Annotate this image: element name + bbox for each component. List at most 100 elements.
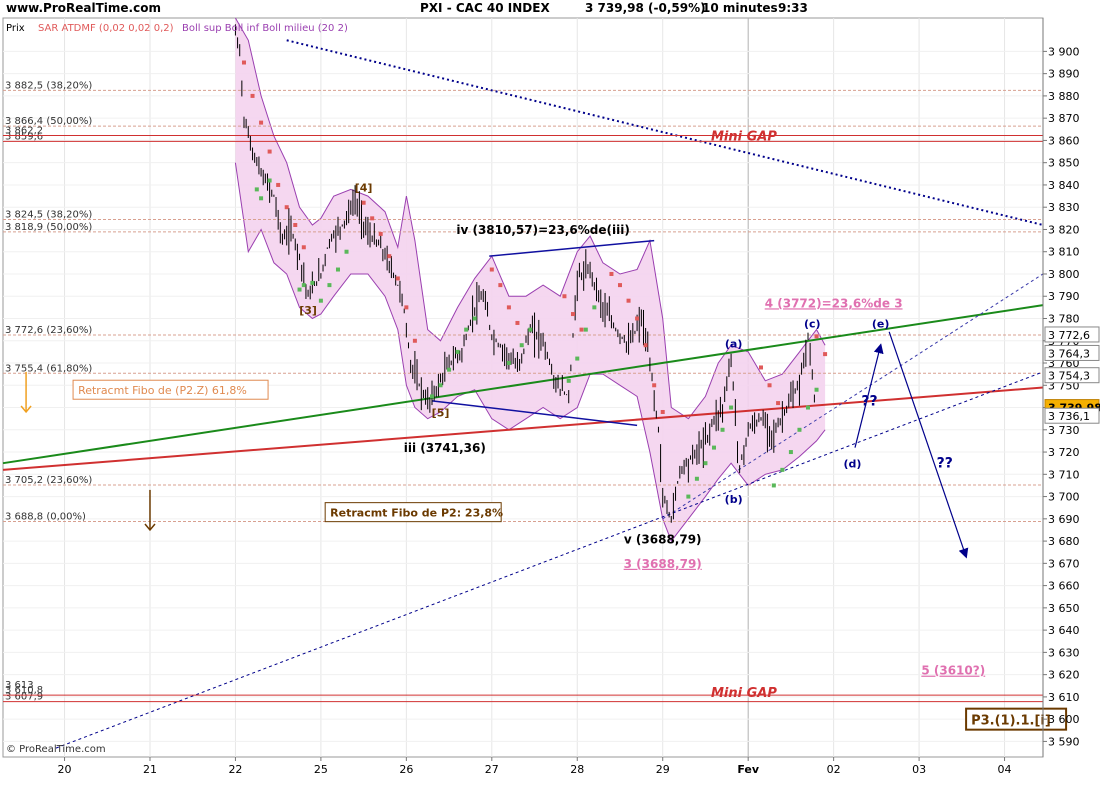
fibo-level-label: 3 882,5 (38,20%) [5, 80, 92, 91]
sar-dot-down [579, 327, 584, 332]
y-tick-label: 3 700 [1048, 491, 1080, 504]
x-tick-label: Fev [737, 763, 760, 776]
x-tick-label: 02 [827, 763, 841, 776]
legend-prix: Prix [6, 23, 25, 34]
sar-dot-up [814, 387, 819, 392]
y-tick-label: 3 820 [1048, 223, 1080, 236]
y-tick-label: 3 890 [1048, 68, 1080, 81]
sar-dot-down [250, 93, 255, 98]
copyright: © ProRealTime.com [6, 744, 106, 755]
sar-dot-down [562, 294, 567, 299]
box-retracement-p2z-text: Retracmt Fibo de (P2.Z) 61,8% [78, 384, 247, 397]
sar-dot-down [643, 343, 648, 348]
label-wave-iv: iv (3810,57)=23,6%de(iii) [456, 223, 629, 237]
sar-dot-down [284, 205, 289, 210]
fibo-level-label: 3 859,6 [5, 131, 43, 142]
label-mini-gap-bottom: Mini GAP [711, 686, 777, 701]
sar-dot-down [626, 298, 631, 303]
y-tick-label: 3 900 [1048, 45, 1080, 58]
x-tick-label: 03 [912, 763, 926, 776]
sar-dot-up [318, 298, 323, 303]
x-tick-label: 22 [228, 763, 242, 776]
sar-dot-down [361, 200, 366, 205]
y-tick-label: 3 790 [1048, 290, 1080, 303]
sar-dot-up [259, 196, 264, 201]
x-tick-label: 20 [58, 763, 72, 776]
label-sub-e: (e) [872, 317, 890, 330]
sar-dot-up [805, 405, 810, 410]
bollinger-fill [235, 18, 826, 542]
price-tag-label: 3 754,3 [1048, 370, 1090, 383]
sar-dot-up [429, 394, 434, 399]
label-wave-5-pink: 5 (3610?) [921, 664, 985, 678]
label-wave-4-pink: 4 (3772)=23,6%de 3 [765, 296, 903, 310]
sar-dot-up [301, 283, 306, 288]
sar-dot-down [395, 276, 400, 281]
legend-sar: SAR ATDMF (0,02 0,02 0,2) [38, 23, 174, 34]
label-wave-4-bracket: [4] [355, 182, 373, 195]
arrow-down-5 [888, 331, 969, 559]
y-tick-label: 3 710 [1048, 468, 1080, 481]
fibo-level-label: 3 755,4 (61,80%) [5, 363, 92, 374]
fibo-level-label: 3 818,9 (50,00%) [5, 222, 92, 233]
fibo-level-label: 3 607,9 [5, 692, 43, 703]
sar-dot-down [823, 352, 828, 357]
y-tick-label: 3 830 [1048, 201, 1080, 214]
sar-dot-down [635, 316, 640, 321]
price-tag-label: 3 772,6 [1048, 329, 1090, 342]
y-tick-label: 3 870 [1048, 112, 1080, 125]
y-tick-label: 3 840 [1048, 179, 1080, 192]
sar-dot-up [583, 327, 588, 332]
sar-dot-down [660, 409, 665, 414]
y-tick-label: 3 720 [1048, 446, 1080, 459]
label-wave-5-bracket: [5] [432, 406, 450, 419]
legend-boll: Boll sup Boll inf Boll milieu (20 2) [182, 23, 348, 34]
price-chart[interactable]: 3 882,5 (38,20%)3 866,4 (50,00%)3 862,23… [0, 0, 1100, 800]
sar-dot-down [506, 305, 511, 310]
label-mini-gap-top: Mini GAP [711, 129, 777, 144]
sar-dot-up [254, 187, 259, 192]
sar-dot-down [370, 216, 375, 221]
sar-dot-up [438, 383, 443, 388]
sar-dot-down [758, 365, 763, 370]
sar-dot-up [592, 305, 597, 310]
label-wave-3-bracket: [3] [299, 304, 317, 317]
y-tick-label: 3 800 [1048, 268, 1080, 281]
y-tick-label: 3 680 [1048, 535, 1080, 548]
sar-dot-up [720, 427, 725, 432]
y-tick-label: 3 590 [1048, 735, 1080, 748]
sar-dot-up [703, 461, 708, 466]
sar-dot-down [293, 223, 298, 228]
y-tick-label: 3 730 [1048, 424, 1080, 437]
sar-dot-up [694, 476, 699, 481]
sar-dot-down [378, 231, 383, 236]
fibo-level-label: 3 824,5 (38,20%) [5, 209, 92, 220]
y-tick-label: 3 610 [1048, 691, 1080, 704]
sar-dot-up [686, 494, 691, 499]
sar-dot-down [617, 283, 622, 288]
sar-dot-up [472, 316, 477, 321]
label-wave-v: v (3688,79) [624, 532, 702, 546]
sar-dot-down [652, 383, 657, 388]
box-p3-label-text: P3.(1).1.[i] [971, 714, 1051, 729]
sar-dot-up [506, 361, 511, 366]
sar-dot-up [566, 378, 571, 383]
sar-dot-down [241, 60, 246, 65]
sar-dot-down [387, 254, 392, 259]
y-tick-label: 3 650 [1048, 602, 1080, 615]
y-tick-label: 3 670 [1048, 557, 1080, 570]
x-tick-label: 21 [143, 763, 157, 776]
y-tick-label: 3 690 [1048, 513, 1080, 526]
fibo-level-label: 3 772,6 (23,60%) [5, 325, 92, 336]
sar-dot-up [771, 483, 776, 488]
sar-dot-up [528, 327, 533, 332]
sar-dot-down [267, 149, 272, 154]
sar-dot-up [344, 249, 349, 254]
label-wave-3-pink: 3 (3688,79) [624, 557, 702, 571]
sar-dot-up [335, 267, 340, 272]
y-tick-label: 3 810 [1048, 246, 1080, 259]
x-tick-label: 25 [314, 763, 328, 776]
sar-dot-up [788, 450, 793, 455]
sar-dot-down [412, 338, 417, 343]
y-tick-label: 3 630 [1048, 646, 1080, 659]
